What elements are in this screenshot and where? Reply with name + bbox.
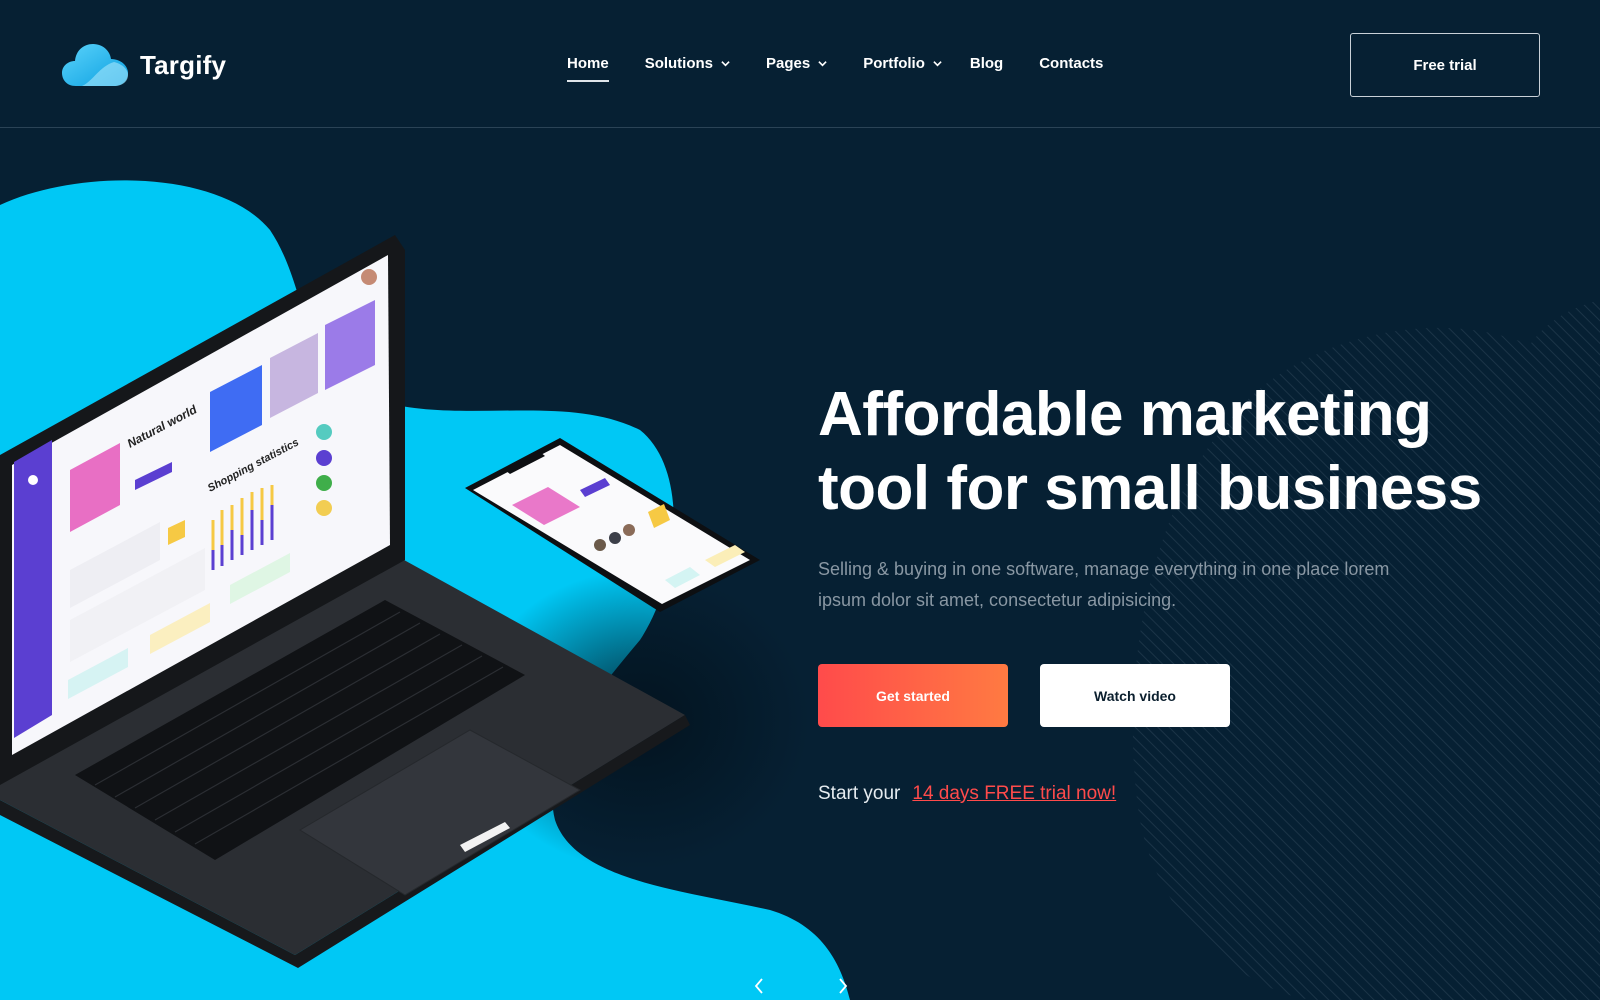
chevron-down-icon bbox=[721, 61, 730, 67]
nav-item-solutions[interactable]: Solutions bbox=[645, 55, 730, 72]
chevron-left-icon bbox=[754, 978, 763, 994]
main-nav: Home Solutions Pages Portfolio Blog Cont… bbox=[567, 55, 1139, 82]
hero-title-line-2: tool for small business bbox=[818, 454, 1482, 523]
free-trial-link[interactable]: 14 days FREE trial now! bbox=[912, 783, 1116, 804]
slider-next-button[interactable] bbox=[836, 976, 850, 996]
nav-item-contacts[interactable]: Contacts bbox=[1039, 55, 1103, 72]
trial-prefix: Start your bbox=[818, 783, 901, 804]
trial-line: Start your 14 days FREE trial now! bbox=[818, 783, 1498, 805]
brand-logo[interactable]: Targify bbox=[62, 42, 226, 88]
nav-label: Contacts bbox=[1039, 55, 1104, 72]
nav-item-blog[interactable]: Blog bbox=[970, 55, 1003, 72]
nav-label: Pages bbox=[766, 55, 811, 72]
product-mockup-image: MacBook Pro bbox=[0, 235, 760, 968]
nav-label: Solutions bbox=[644, 55, 714, 72]
chevron-right-icon bbox=[839, 978, 848, 994]
cta-row: Get started Watch video bbox=[818, 664, 1498, 727]
get-started-button[interactable]: Get started bbox=[818, 664, 1008, 727]
hero-section: Affordable marketing tool for small busi… bbox=[818, 378, 1498, 805]
nav-item-home[interactable]: Home bbox=[567, 55, 609, 82]
brand-name: Targify bbox=[140, 49, 227, 80]
hero-title: Affordable marketing tool for small busi… bbox=[818, 378, 1498, 526]
free-trial-button[interactable]: Free trial bbox=[1350, 33, 1540, 97]
slider-prev-button[interactable] bbox=[752, 976, 766, 996]
chevron-down-icon bbox=[933, 61, 942, 67]
nav-label: Portfolio bbox=[863, 55, 925, 72]
nav-label: Home bbox=[567, 55, 609, 72]
chevron-down-icon bbox=[818, 61, 827, 67]
site-header: Targify Home Solutions Pages Portfolio B… bbox=[0, 0, 1600, 128]
hero-title-line-1: Affordable marketing bbox=[818, 380, 1432, 449]
nav-item-pages[interactable]: Pages bbox=[766, 55, 827, 72]
nav-item-portfolio[interactable]: Portfolio bbox=[863, 55, 942, 72]
nav-label: Blog bbox=[969, 55, 1004, 72]
phone bbox=[465, 438, 760, 612]
hero-subtitle: Selling & buying in one software, manage… bbox=[818, 559, 1390, 610]
watch-video-button[interactable]: Watch video bbox=[1040, 664, 1230, 727]
cloud-icon bbox=[62, 44, 128, 86]
